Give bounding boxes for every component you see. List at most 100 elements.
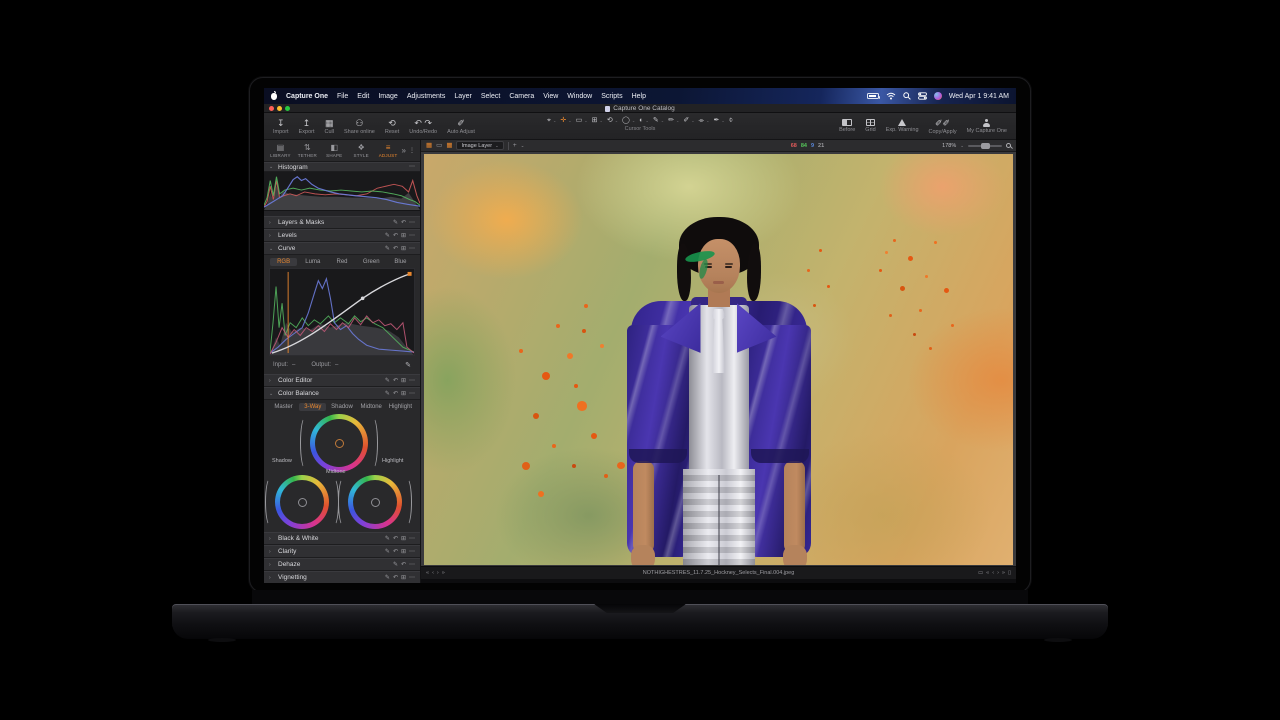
search-icon[interactable] [903, 92, 911, 100]
pick-tool-icon[interactable]: ✒ [713, 116, 721, 125]
proof-view-icon[interactable]: ▦ [446, 142, 452, 149]
menu-adjustments[interactable]: Adjustments [407, 93, 446, 100]
brush-tool-icon[interactable]: ✏ [667, 116, 675, 125]
curve-output-value[interactable]: – [335, 362, 338, 368]
tab-more-icon[interactable]: ⋮ [409, 147, 415, 154]
edit-icon[interactable]: ✎ [385, 549, 390, 555]
cb-tab-master[interactable]: Master [270, 403, 297, 411]
draw-tool-icon[interactable]: ✎ [652, 116, 660, 125]
cb-tab-midtone[interactable]: Midtone [358, 403, 385, 411]
reset-button[interactable]: ⟲ Reset [380, 113, 404, 139]
cb-tab-3way[interactable]: 3-Way [299, 403, 326, 411]
preset-icon[interactable]: ⊞ [401, 233, 406, 239]
share-online-button[interactable]: ⚇ Share online [339, 113, 380, 139]
more-icon[interactable]: ⋯ [409, 536, 415, 542]
cb-tab-highlight[interactable]: Highlight [387, 403, 414, 411]
spot-tool-icon[interactable]: ◯ [621, 116, 631, 125]
wifi-icon[interactable] [886, 92, 896, 100]
menu-clock[interactable]: Wed Apr 1 9:41 AM [949, 93, 1009, 100]
layer-menu-caret-icon[interactable]: ⌄ [521, 142, 525, 149]
levels-panel-header[interactable]: › Levels ✎ ↶ ⊞ ⋯ [264, 229, 420, 242]
vignetting-panel-header[interactable]: › Vignetting ✎ ↶ ⊞ ⋯ [264, 571, 420, 583]
expand-tabs-icon[interactable]: » [402, 146, 406, 155]
select-tool-icon[interactable]: ⌖ [546, 116, 552, 125]
exposure-warning-button[interactable]: Exp. Warning [881, 118, 924, 133]
curve-tab-luma[interactable]: Luma [299, 258, 326, 266]
more-icon[interactable]: ⋯ [409, 246, 415, 252]
preset-icon[interactable]: ⊞ [401, 536, 406, 542]
color-balance-panel-header[interactable]: ⌄ Color Balance ✎ ↶ ⊞ ⋯ [264, 387, 420, 400]
menu-layer[interactable]: Layer [454, 93, 472, 100]
reset-icon[interactable]: ↶ [401, 220, 406, 226]
battery-icon[interactable] [867, 93, 879, 99]
grid-button[interactable]: Grid [860, 118, 880, 133]
siri-icon[interactable] [934, 92, 942, 100]
copy-apply-button[interactable]: ✐✐ Copy/Apply [924, 118, 962, 135]
layer-dropdown[interactable]: Image Layer ⌄ [456, 141, 503, 150]
gradient-tool-icon[interactable]: ⌯ [698, 116, 706, 125]
more-icon[interactable]: ⋯ [409, 233, 415, 239]
first-image-icon[interactable]: « [986, 570, 989, 576]
edit-icon[interactable]: ✎ [393, 562, 398, 568]
zoom-caret-icon[interactable]: ⌄ [960, 143, 964, 149]
preset-icon[interactable]: ⊞ [401, 246, 406, 252]
shadow-color-wheel[interactable] [275, 475, 329, 529]
last-image-icon[interactable]: » [1002, 570, 1005, 576]
loupe-tool-icon[interactable]: ⌽ [728, 116, 734, 125]
undo-redo-button[interactable]: ↶ ↷ Undo/Redo [404, 113, 442, 139]
reset-icon[interactable]: ↶ [393, 536, 398, 542]
menu-app-name[interactable]: Capture One [286, 93, 328, 100]
loupe-icon[interactable] [1006, 143, 1011, 148]
zoom-level[interactable]: 178% [942, 143, 956, 149]
menu-file[interactable]: File [337, 93, 348, 100]
curve-tab-red[interactable]: Red [328, 258, 355, 266]
edit-icon[interactable]: ✎ [393, 220, 398, 226]
zoom-slider[interactable] [968, 145, 1002, 147]
trash-icon[interactable]: ▯ [1008, 570, 1011, 576]
next-image-icon[interactable]: › [997, 570, 999, 576]
zoom-slider-handle[interactable] [981, 143, 990, 149]
export-button[interactable]: ↥ Export [294, 113, 320, 139]
collapse-caret-icon[interactable]: › [269, 378, 275, 384]
saturation-arc-left[interactable] [265, 478, 275, 526]
lightness-arc-right[interactable] [402, 478, 412, 526]
menu-scripts[interactable]: Scripts [601, 93, 622, 100]
grid-tool-icon[interactable]: ⊞ [591, 116, 599, 125]
preset-icon[interactable]: ⊞ [401, 391, 406, 397]
reset-icon[interactable]: ↶ [401, 562, 406, 568]
menu-image[interactable]: Image [378, 93, 397, 100]
dehaze-panel-header[interactable]: › Dehaze ✎ ↶ ⋯ [264, 558, 420, 571]
curve-tab-green[interactable]: Green [358, 258, 385, 266]
tab-shape[interactable]: ◧ SHAPE [321, 143, 348, 158]
black-white-panel-header[interactable]: › Black & White ✎ ↶ ⊞ ⋯ [264, 532, 420, 545]
more-icon[interactable]: ⋯ [409, 562, 415, 568]
edit-icon[interactable]: ✎ [385, 246, 390, 252]
menu-edit[interactable]: Edit [357, 93, 369, 100]
edit-icon[interactable]: ✎ [385, 378, 390, 384]
cb-tab-shadow[interactable]: Shadow [328, 403, 355, 411]
edit-icon[interactable]: ✎ [385, 233, 390, 239]
control-center-icon[interactable] [918, 92, 927, 100]
thumbnail-icon[interactable]: ▭ [978, 570, 983, 576]
curve-input-value[interactable]: – [292, 362, 295, 368]
menu-select[interactable]: Select [481, 93, 500, 100]
edit-icon[interactable]: ✎ [385, 575, 390, 581]
reset-icon[interactable]: ↶ [393, 246, 398, 252]
collapse-caret-icon[interactable]: ⌄ [269, 246, 275, 252]
color-editor-panel-header[interactable]: › Color Editor ✎ ↶ ⊞ ⋯ [264, 374, 420, 387]
apple-logo-icon[interactable] [271, 93, 277, 100]
edit-icon[interactable]: ✎ [385, 536, 390, 542]
more-icon[interactable]: ⋯ [409, 164, 415, 170]
tab-library[interactable]: ▤ LIBRARY [267, 143, 294, 158]
more-icon[interactable]: ⋯ [409, 391, 415, 397]
more-icon[interactable]: ⋯ [409, 220, 415, 226]
reset-icon[interactable]: ↶ [393, 391, 398, 397]
curve-tab-blue[interactable]: Blue [387, 258, 414, 266]
my-capture-one-button[interactable]: My Capture One [962, 118, 1012, 134]
more-icon[interactable]: ⋯ [409, 575, 415, 581]
highlight-color-wheel[interactable] [348, 475, 402, 529]
add-layer-icon[interactable]: + [513, 142, 517, 149]
midtone-color-wheel[interactable] [310, 414, 368, 472]
auto-adjust-button[interactable]: ✐ Auto Adjust [442, 113, 480, 139]
mask-tool-icon[interactable]: ◐ [638, 116, 644, 125]
